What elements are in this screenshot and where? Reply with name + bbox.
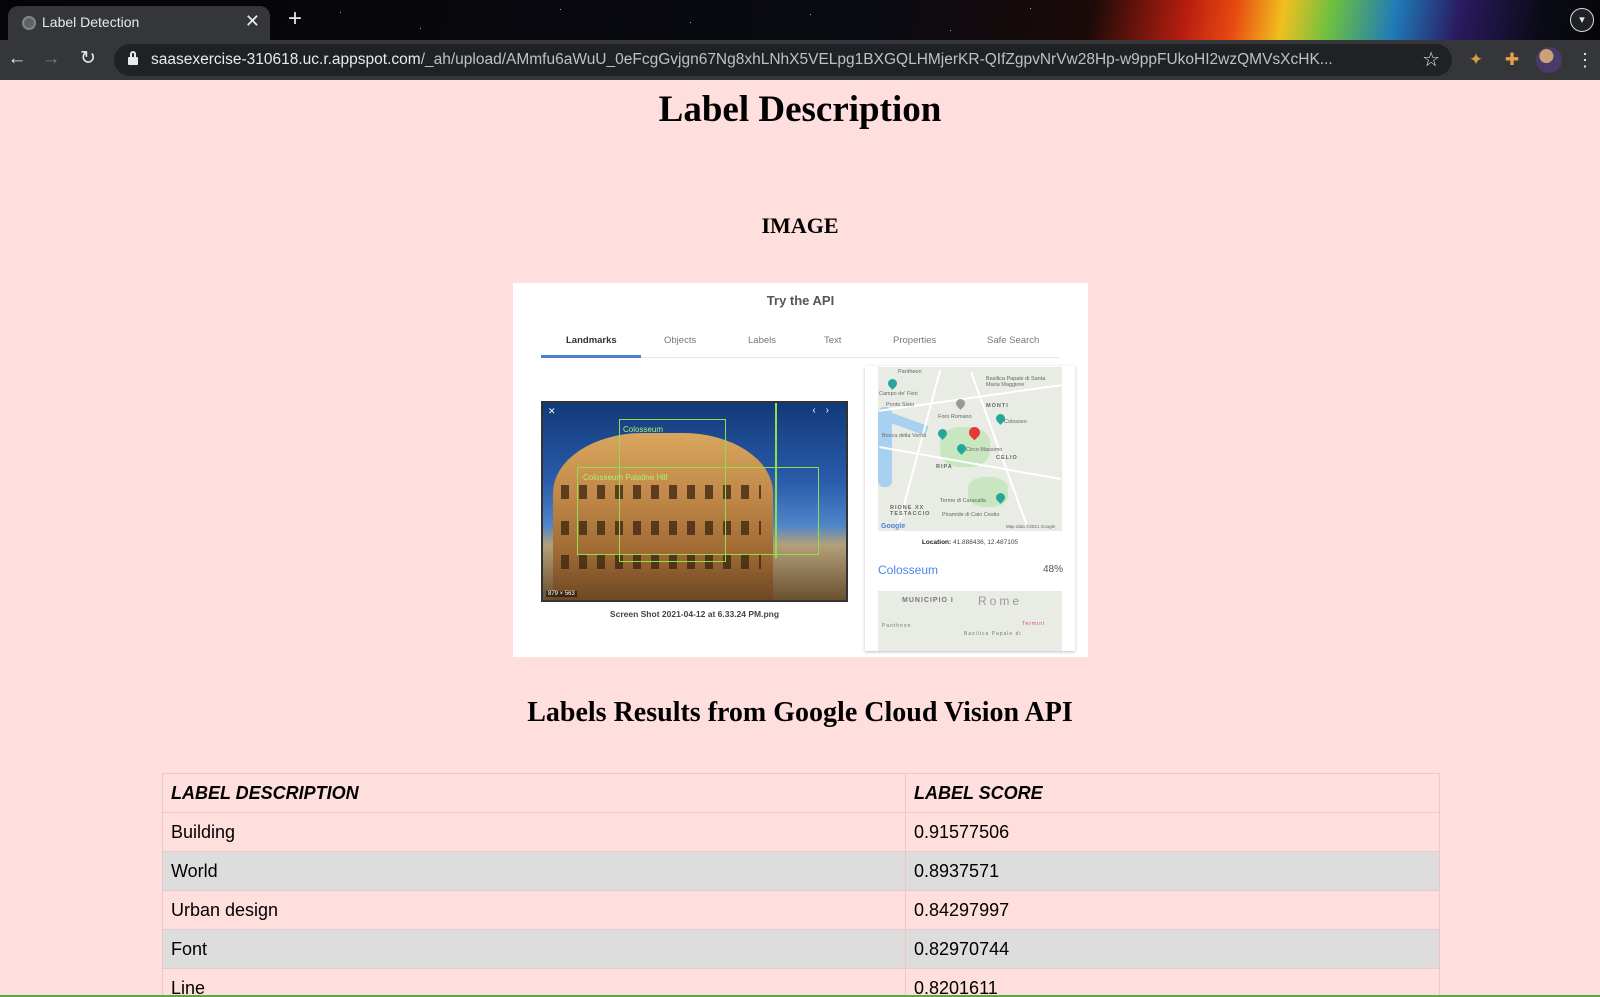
- bbox-label: Colosseum: [623, 425, 664, 434]
- label-description: Building: [162, 812, 906, 852]
- tab-text[interactable]: Text: [824, 335, 841, 346]
- url-host: saasexercise-310618.uc.r.appspot.com: [151, 51, 421, 68]
- rome-overview-map: MUNICIPIO I Rome Pantheon Basilica Papal…: [878, 591, 1062, 651]
- page-title: Label Description: [658, 89, 942, 130]
- active-tab-indicator: [541, 355, 641, 358]
- bounding-box: [775, 403, 777, 558]
- browser-tab-strip: Label Detection ✕ + ▾: [0, 0, 1600, 40]
- profile-avatar[interactable]: [1536, 47, 1562, 73]
- map-label: Foro Romano: [938, 414, 972, 420]
- forward-arrow-icon[interactable]: →: [40, 48, 62, 70]
- google-logo: Google: [881, 523, 906, 530]
- table-header-row: LABEL DESCRIPTION LABEL SCORE: [162, 773, 1440, 813]
- background-star: [560, 9, 561, 10]
- tab-objects[interactable]: Objects: [664, 335, 696, 346]
- rome-map: Pantheon Basilica Papale di Santa Maria …: [878, 367, 1062, 531]
- image-dimensions: 879 × 563: [546, 591, 577, 597]
- address-url[interactable]: saasexercise-310618.uc.r.appspot.com/_ah…: [151, 51, 1413, 69]
- bbox-label: Colosseum Palatine Hill: [583, 473, 668, 482]
- results-heading: Labels Results from Google Cloud Vision …: [527, 697, 1073, 728]
- labels-table: LABEL DESCRIPTION LABEL SCORE Building 0…: [162, 773, 1440, 997]
- api-title: Try the API: [766, 293, 835, 308]
- chevron-nav-icon[interactable]: ‹›: [812, 405, 839, 416]
- label-description: Line: [162, 968, 906, 997]
- map-label: MONTI: [986, 403, 1009, 409]
- puzzle-extensions-icon[interactable]: ✚: [1500, 48, 1524, 72]
- location-value: 41.888436, 12.487105: [952, 539, 1019, 546]
- tab-properties[interactable]: Properties: [893, 335, 936, 346]
- browser-toolbar: ← → ↻ saasexercise-310618.uc.r.appspot.c…: [0, 40, 1600, 80]
- close-icon[interactable]: ✕: [548, 406, 558, 416]
- map-label: Pantheon: [898, 369, 922, 375]
- tab-search-icon[interactable]: ▾: [1570, 8, 1594, 32]
- table-row: Font 0.82970744: [162, 929, 1440, 969]
- background-star: [810, 14, 811, 15]
- bookmark-star-icon[interactable]: ☆: [1422, 47, 1440, 72]
- image-filename: Screen Shot 2021-04-12 at 6.33.24 PM.png: [609, 609, 780, 619]
- map-label: CELIO: [996, 455, 1018, 461]
- background-star: [690, 22, 691, 23]
- map-label: RIPA: [936, 464, 953, 470]
- background-star: [950, 30, 951, 31]
- uploaded-image: Try the API Landmarks Objects Labels Tex…: [513, 283, 1088, 657]
- map-label: Pantheon: [882, 623, 912, 629]
- close-tab-icon[interactable]: ✕: [245, 11, 260, 32]
- column-header-score: LABEL SCORE: [905, 773, 1440, 813]
- label-description: Urban design: [162, 890, 906, 930]
- extension-icon[interactable]: ✦: [1464, 48, 1488, 72]
- label-description: World: [162, 851, 906, 891]
- background-star: [1030, 8, 1031, 9]
- table-row: Line 0.8201611: [162, 968, 1440, 997]
- map-label: Terme di Caracalla: [940, 498, 986, 504]
- label-description: Font: [162, 929, 906, 969]
- table-row: World 0.8937571: [162, 851, 1440, 891]
- globe-icon: [22, 16, 36, 30]
- label-score: 0.8937571: [905, 851, 1440, 891]
- tab-safe-search[interactable]: Safe Search: [987, 335, 1039, 346]
- map-label: Ponte Sisto: [886, 402, 915, 408]
- map-label: Circo Massimo: [966, 447, 1003, 453]
- tab-labels[interactable]: Labels: [748, 335, 776, 346]
- lock-icon: [128, 51, 138, 65]
- map-label: Campo de' Fiori: [879, 391, 918, 397]
- more-menu-icon[interactable]: ⋮: [1576, 48, 1594, 72]
- map-attribution: Map data ©2021 Google: [1006, 524, 1056, 529]
- new-tab-button[interactable]: +: [280, 6, 310, 34]
- location-coordinates: Location: 41.888436, 12.487105: [865, 539, 1075, 546]
- map-pin-icon: [886, 377, 899, 390]
- background-star: [340, 12, 341, 13]
- map-label: Basilica Papale di Santa Maria Maggiore: [986, 376, 1046, 388]
- location-label: Location:: [921, 539, 952, 546]
- map-label: Colosseo: [1004, 419, 1027, 425]
- label-score: 0.91577506: [905, 812, 1440, 852]
- map-label: Bocca della Verità: [882, 433, 927, 439]
- table-row: Building 0.91577506: [162, 812, 1440, 852]
- page-content: Label Description IMAGE Try the API Land…: [0, 80, 1600, 997]
- map-label: Piramide di Caio Cestio: [942, 512, 1000, 518]
- tab-landmarks[interactable]: Landmarks: [566, 335, 617, 346]
- table-row: Urban design 0.84297997: [162, 890, 1440, 930]
- background-star: [420, 28, 421, 29]
- api-tabs: Landmarks Objects Labels Text Properties…: [541, 330, 1059, 358]
- map-label: Rome: [978, 594, 1023, 608]
- map-label: RIONE XX TESTACCIO: [890, 505, 931, 517]
- tab-title: Label Detection: [42, 14, 140, 30]
- url-path: /_ah/upload/AMmfu6aWuU_0eFcgGvjgn67Ng8xh…: [420, 51, 1333, 68]
- landmark-score: 48%: [1042, 564, 1063, 575]
- label-score: 0.82970744: [905, 929, 1440, 969]
- map-label: Basilica Papale di: [964, 631, 1022, 637]
- browser-tab-active[interactable]: Label Detection ✕: [8, 6, 270, 40]
- column-header-description: LABEL DESCRIPTION: [162, 773, 906, 813]
- label-score: 0.8201611: [905, 968, 1440, 997]
- back-arrow-icon[interactable]: ←: [6, 48, 28, 70]
- address-bar[interactable]: saasexercise-310618.uc.r.appspot.com/_ah…: [114, 44, 1452, 76]
- colosseum-photo: Colosseum Colosseum Palatine Hill ✕ ‹› 8…: [541, 401, 848, 602]
- map-label: MUNICIPIO I: [902, 597, 954, 604]
- reload-icon[interactable]: ↻: [77, 48, 99, 70]
- label-score: 0.84297997: [905, 890, 1440, 930]
- map-label: Termini: [1022, 621, 1046, 627]
- image-heading: IMAGE: [761, 213, 839, 238]
- landmark-name[interactable]: Colosseum: [878, 563, 938, 577]
- landmark-card: Pantheon Basilica Papale di Santa Maria …: [865, 366, 1075, 651]
